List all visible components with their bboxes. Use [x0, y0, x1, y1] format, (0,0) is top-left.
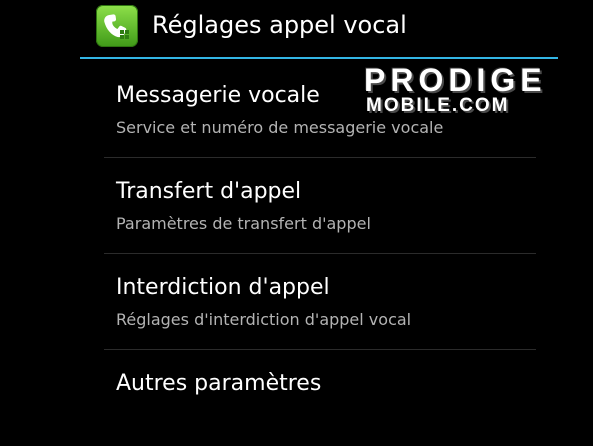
- settings-list: Messagerie vocale Service et numéro de m…: [104, 62, 536, 446]
- settings-item-other-settings[interactable]: Autres paramètres: [104, 350, 536, 446]
- settings-item-title: Transfert d'appel: [116, 179, 302, 204]
- settings-item-title: Messagerie vocale: [116, 83, 320, 108]
- page-title: Réglages appel vocal: [152, 11, 407, 39]
- phone-settings-icon[interactable]: [96, 5, 138, 47]
- settings-item-title: Autres paramètres: [116, 371, 322, 396]
- settings-item-summary: Paramètres de transfert d'appel: [116, 214, 371, 233]
- settings-item-voicemail[interactable]: Messagerie vocale Service et numéro de m…: [104, 62, 536, 158]
- action-bar: Réglages appel vocal: [0, 0, 593, 58]
- title-divider: [80, 57, 558, 59]
- settings-item-title: Interdiction d'appel: [116, 275, 330, 300]
- settings-item-call-barring[interactable]: Interdiction d'appel Réglages d'interdic…: [104, 254, 536, 350]
- settings-item-summary: Réglages d'interdiction d'appel vocal: [116, 310, 412, 329]
- settings-item-summary: Service et numéro de messagerie vocale: [116, 118, 444, 137]
- settings-item-call-forwarding[interactable]: Transfert d'appel Paramètres de transfer…: [104, 158, 536, 254]
